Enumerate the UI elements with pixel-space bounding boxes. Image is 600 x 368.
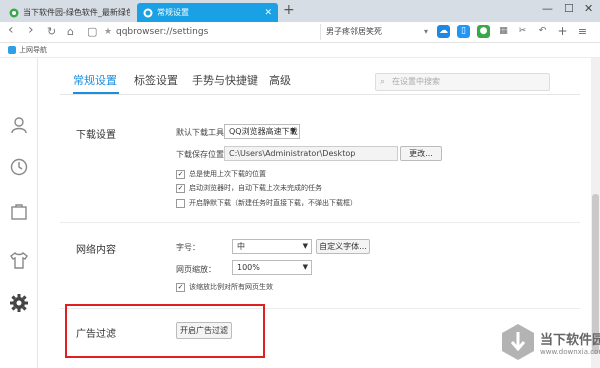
settings-search-input[interactable]: ⌕ 在设置中搜索 bbox=[375, 73, 550, 91]
page-zoom-value: 100% bbox=[237, 263, 260, 272]
option-zoom-all-pages[interactable]: ✓ 该缩放比例对所有网页生效 bbox=[176, 282, 273, 292]
download-location-field[interactable]: C:\Users\Administrator\Desktop bbox=[224, 146, 398, 161]
chevron-down-icon: ▼ bbox=[290, 127, 296, 135]
forward-icon[interactable]: › bbox=[28, 22, 34, 38]
font-size-select[interactable]: 中 ▼ bbox=[232, 239, 312, 254]
checkbox-checked[interactable]: ✓ bbox=[176, 169, 185, 179]
back-icon[interactable]: ‹ bbox=[8, 22, 14, 38]
phone-icon[interactable]: ▯ bbox=[457, 25, 470, 38]
default-download-tool-value: QQ浏览器高速下载 bbox=[229, 127, 298, 136]
left-sidebar bbox=[0, 58, 38, 368]
search-dropdown-icon[interactable]: ▾ bbox=[424, 27, 428, 36]
maximize-button[interactable]: ☐ bbox=[564, 2, 574, 15]
grid-icon[interactable]: ▦ bbox=[497, 25, 510, 38]
watermark-url: www.downxia.com bbox=[540, 347, 600, 356]
search-box[interactable]: 男子疼邻居笑死 bbox=[320, 24, 420, 40]
settings-search-placeholder: 在设置中搜索 bbox=[392, 77, 440, 86]
default-download-tool-select[interactable]: QQ浏览器高速下载 ▼ bbox=[224, 124, 300, 139]
custom-font-button[interactable]: 自定义字体... bbox=[316, 239, 370, 254]
tab-tab-settings[interactable]: 标签设置 bbox=[134, 72, 178, 88]
qq-browser-icon bbox=[143, 8, 153, 17]
scissors-icon[interactable]: ✂ bbox=[516, 25, 529, 38]
highlight-box bbox=[65, 304, 265, 358]
checkbox-checked[interactable]: ✓ bbox=[176, 282, 185, 292]
option-silent-download[interactable]: 开启静默下载（新建任务时直接下载，不弹出下载框） bbox=[176, 198, 357, 208]
tshirt-skin-icon[interactable] bbox=[9, 250, 29, 270]
downxia-logo-icon bbox=[502, 324, 534, 360]
reader-icon[interactable]: ▢ bbox=[87, 25, 97, 38]
font-size-value: 中 bbox=[237, 242, 245, 251]
tab-title: 常规设置 bbox=[157, 8, 189, 17]
wechat-icon[interactable]: ● bbox=[477, 25, 490, 38]
menu-icon[interactable]: ≡ bbox=[576, 25, 589, 38]
site-favicon-icon bbox=[9, 8, 19, 17]
bookmark-item[interactable]: 上网导航 bbox=[8, 45, 47, 55]
option-resume-downloads[interactable]: ✓ 启动浏览器时，自动下载上次未完成的任务 bbox=[176, 183, 322, 193]
watermark: 当下软件园 www.downxia.com bbox=[500, 322, 600, 362]
page-zoom-label: 网页缩放： bbox=[176, 265, 216, 274]
cloud-icon[interactable]: ☁ bbox=[437, 25, 450, 38]
browser-tab-downxia[interactable]: 当下软件园-绿色软件_最新绿色下载站 bbox=[3, 3, 136, 22]
refresh-icon[interactable]: ↻ bbox=[47, 25, 56, 38]
shopping-bag-icon[interactable] bbox=[9, 201, 29, 221]
undo-icon[interactable]: ↶ bbox=[536, 25, 549, 38]
checkbox-checked[interactable]: ✓ bbox=[176, 183, 185, 193]
tab-gestures-shortcuts[interactable]: 手势与快捷键 bbox=[192, 72, 258, 88]
history-clock-icon[interactable] bbox=[9, 157, 29, 177]
page-zoom-select[interactable]: 100% ▼ bbox=[232, 260, 312, 275]
settings-gear-icon[interactable] bbox=[9, 293, 29, 313]
font-size-label: 字号： bbox=[176, 243, 200, 252]
close-window-button[interactable]: ✕ bbox=[584, 2, 593, 15]
option-label: 总是使用上次下载的位置 bbox=[189, 170, 266, 178]
bookmark-star-icon[interactable]: ★ bbox=[104, 27, 112, 37]
chevron-down-icon: ▼ bbox=[302, 242, 308, 250]
tab-general-settings[interactable]: 常规设置 bbox=[73, 72, 117, 88]
navigation-bar: ‹ › ↻ ⌂ ▢ ★ qqbrowser://settings 男子疼邻居笑死… bbox=[0, 22, 600, 43]
download-section-title: 下载设置 bbox=[76, 130, 116, 141]
browser-tab-settings[interactable]: 常规设置 ✕ bbox=[137, 3, 278, 22]
tab-bar: 当下软件园-绿色软件_最新绿色下载站 常规设置 ✕ + — ☐ ✕ bbox=[0, 0, 600, 22]
minimize-button[interactable]: — bbox=[542, 2, 553, 15]
change-location-button[interactable]: 更改... bbox=[400, 146, 442, 161]
section-divider bbox=[60, 222, 580, 223]
user-icon[interactable] bbox=[9, 115, 29, 135]
option-label: 开启静默下载（新建任务时直接下载，不弹出下载框） bbox=[189, 199, 357, 207]
address-bar[interactable]: qqbrowser://settings bbox=[116, 25, 316, 39]
new-tab-button[interactable]: + bbox=[283, 2, 295, 18]
bookmark-label: 上网导航 bbox=[19, 46, 47, 54]
option-label: 启动浏览器时，自动下载上次未完成的任务 bbox=[189, 184, 322, 192]
tab-advanced[interactable]: 高级 bbox=[269, 72, 291, 88]
option-use-last-location[interactable]: ✓ 总是使用上次下载的位置 bbox=[176, 169, 266, 179]
search-icon: ⌕ bbox=[380, 77, 386, 87]
download-location-label: 下载保存位置 bbox=[176, 150, 224, 159]
tabs-divider bbox=[60, 94, 580, 95]
default-download-tool-label: 默认下载工具 bbox=[176, 128, 224, 137]
chevron-down-icon: ▼ bbox=[302, 263, 308, 271]
close-tab-icon[interactable]: ✕ bbox=[264, 8, 272, 18]
option-label: 该缩放比例对所有网页生效 bbox=[189, 283, 273, 291]
bookmark-bar: 上网导航 bbox=[0, 44, 600, 58]
add-icon[interactable]: + bbox=[556, 25, 569, 38]
web-content-section-title: 网络内容 bbox=[76, 245, 116, 256]
bookmark-favicon-icon bbox=[8, 46, 16, 54]
tab-title: 当下软件园-绿色软件_最新绿色下载站 bbox=[23, 8, 130, 17]
watermark-name: 当下软件园 bbox=[540, 332, 600, 348]
checkbox-unchecked[interactable] bbox=[176, 198, 185, 208]
home-icon[interactable]: ⌂ bbox=[67, 25, 74, 38]
